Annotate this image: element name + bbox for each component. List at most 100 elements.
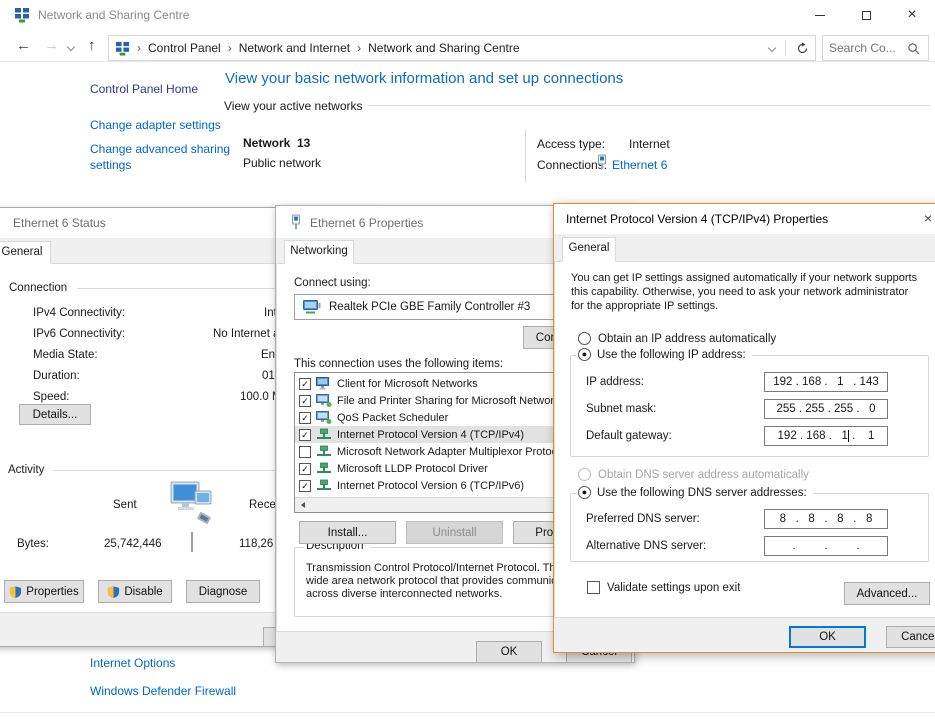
sidebar-item-change-adapter-settings[interactable]: Change adapter settings [90, 118, 221, 132]
ethernet-plug-icon [596, 154, 608, 171]
network-location-icon [115, 41, 130, 56]
details-button[interactable]: Details... [19, 404, 91, 425]
qos-scheduler-icon [316, 411, 332, 424]
validate-checkbox[interactable] [587, 581, 600, 594]
ipv4-dialog-titlebar[interactable]: Internet Protocol Version 4 (TCP/IPv4) P… [554, 204, 935, 234]
search-input[interactable] [829, 41, 903, 55]
close-icon: × [907, 6, 916, 24]
tab-general-status[interactable]: General [0, 241, 51, 264]
tab-networking[interactable]: Networking [284, 240, 354, 264]
breadcrumb-separator: › [357, 41, 361, 55]
client-network-icon [316, 377, 332, 390]
network-sharing-centre-window: Network and Sharing Centre × ← → ↑ › Con… [0, 0, 935, 720]
default-gateway-field[interactable]: 192 . 168 . 1 . 1 [764, 426, 888, 446]
scroll-left-arrow-icon[interactable] [295, 498, 311, 513]
duration-value: 01 [262, 370, 275, 382]
nav-history-chevron-icon[interactable] [67, 43, 75, 51]
maximize-icon [862, 11, 871, 20]
sidebar-item-windows-defender-firewall[interactable]: Windows Defender Firewall [90, 684, 236, 698]
file-printer-sharing-icon [316, 394, 332, 407]
radio-use-dns[interactable]: ● Use the following DNS server addresses… [576, 486, 813, 499]
description-line-2: wide area network protocol that provides… [306, 575, 581, 587]
breadcrumb-control-panel[interactable]: Control Panel [148, 41, 221, 55]
back-icon[interactable]: ← [16, 37, 31, 54]
breadcrumb-separator: › [228, 41, 232, 55]
install-button[interactable]: Install... [299, 521, 396, 544]
radio-obtain-dns-label[interactable]: Obtain DNS server address automatically [598, 469, 809, 481]
list-item-label: Client for Microsoft Networks [337, 378, 478, 390]
ipv4-ok-button[interactable]: OK [789, 626, 866, 648]
address-dropdown-chevron-icon[interactable] [768, 44, 776, 52]
radio-obtain-ip-label[interactable]: Obtain an IP address automatically [598, 333, 776, 345]
radio-use-ip-label[interactable]: Use the following IP address: [597, 349, 746, 361]
checkbox[interactable]: ✓ [299, 378, 311, 390]
ip-address-field[interactable]: 192 . 168 . 1 . 143 [764, 372, 888, 392]
protocol-icon [316, 479, 332, 492]
breadcrumb-network-internet[interactable]: Network and Internet [239, 41, 350, 55]
address-bar[interactable]: › Control Panel › Network and Internet ›… [108, 35, 816, 61]
duration-label: Duration: [33, 370, 80, 382]
breadcrumb-network-sharing[interactable]: Network and Sharing Centre [368, 41, 519, 55]
bottom-rule [0, 712, 935, 713]
network-name: Network 13 [243, 136, 310, 150]
sidebar-item-change-advanced-sharing[interactable]: Change advanced sharing settings [90, 141, 240, 173]
radio-use-ip[interactable]: ● Use the following IP address: [576, 348, 752, 361]
tab-general-ipv4[interactable]: General [562, 237, 616, 262]
ipv4-connectivity-label: IPv4 Connectivity: [33, 307, 125, 319]
ipv4-cancel-button[interactable]: Cancel [886, 626, 935, 648]
radio-obtain-ip[interactable] [578, 332, 591, 345]
checkbox[interactable]: ✓ [299, 412, 311, 424]
disable-button[interactable]: Disable [98, 580, 172, 603]
status-properties-button[interactable]: Properties [4, 580, 84, 603]
up-icon[interactable]: ↑ [88, 37, 96, 54]
close-button[interactable]: × [889, 0, 935, 30]
diagnose-button[interactable]: Diagnose [186, 580, 260, 603]
ipv4-properties-dialog: Internet Protocol Version 4 (TCP/IPv4) P… [553, 203, 935, 653]
ipv6-connectivity-label: IPv6 Connectivity: [33, 328, 125, 340]
maximize-button[interactable] [843, 0, 889, 30]
props-ok-button[interactable]: OK [476, 641, 542, 663]
network-type: Public network [243, 156, 321, 170]
toolbar-divider [0, 61, 935, 62]
speed-label: Speed: [33, 391, 69, 403]
forward-icon[interactable]: → [44, 37, 59, 54]
checkbox[interactable]: ✓ [299, 429, 311, 441]
section-rule [368, 105, 930, 106]
ipv4-dialog-title: Internet Protocol Version 4 (TCP/IPv4) P… [566, 212, 828, 226]
ethernet-plug-icon [290, 214, 302, 231]
uninstall-button[interactable]: Uninstall [406, 521, 503, 544]
radio-use-dns-label[interactable]: Use the following DNS server addresses: [597, 487, 807, 499]
subnet-mask-field[interactable]: 255 . 255 . 255 . 0 [764, 399, 888, 419]
activity-group-label: Activity [8, 464, 44, 476]
checkbox[interactable]: ✓ [299, 395, 311, 407]
checkbox[interactable]: ✓ [299, 463, 311, 475]
checkbox[interactable] [299, 446, 311, 458]
ethernet-6-link[interactable]: Ethernet 6 [612, 158, 667, 172]
search-box[interactable] [822, 35, 929, 61]
validate-checkbox-label[interactable]: Validate settings upon exit [607, 582, 740, 594]
network-app-icon [14, 7, 30, 23]
address-bar-divider [785, 40, 786, 56]
radio-use-ip-circle[interactable]: ● [578, 348, 591, 361]
minimize-button[interactable] [797, 0, 843, 30]
alternative-dns-label: Alternative DNS server: [586, 540, 706, 552]
connection-group-label: Connection [9, 282, 67, 294]
radio-obtain-dns[interactable] [578, 468, 591, 481]
preferred-dns-field[interactable]: 8 . 8 . 8 . 8 [764, 509, 888, 529]
radio-use-dns-circle[interactable]: ● [578, 486, 591, 499]
ipv4-close-icon[interactable]: × [924, 210, 932, 226]
access-type-value: Internet [629, 137, 670, 151]
network-adapter-icon [303, 300, 321, 314]
list-item-label: File and Printer Sharing for Microsoft N… [337, 395, 565, 407]
network-activity-icon [167, 480, 215, 530]
protocol-icon [316, 428, 332, 441]
bytes-sent-value: 25,742,446 [104, 538, 162, 550]
alternative-dns-field[interactable]: . . . [764, 536, 888, 556]
sidebar-item-internet-options[interactable]: Internet Options [90, 656, 175, 670]
list-item-label: Internet Protocol Version 4 (TCP/IPv4) [337, 429, 524, 441]
advanced-button[interactable]: Advanced... [844, 582, 930, 605]
search-icon [907, 42, 920, 55]
sidebar-item-control-panel-home[interactable]: Control Panel Home [90, 82, 198, 96]
refresh-icon[interactable] [796, 42, 809, 55]
checkbox[interactable]: ✓ [299, 480, 311, 492]
